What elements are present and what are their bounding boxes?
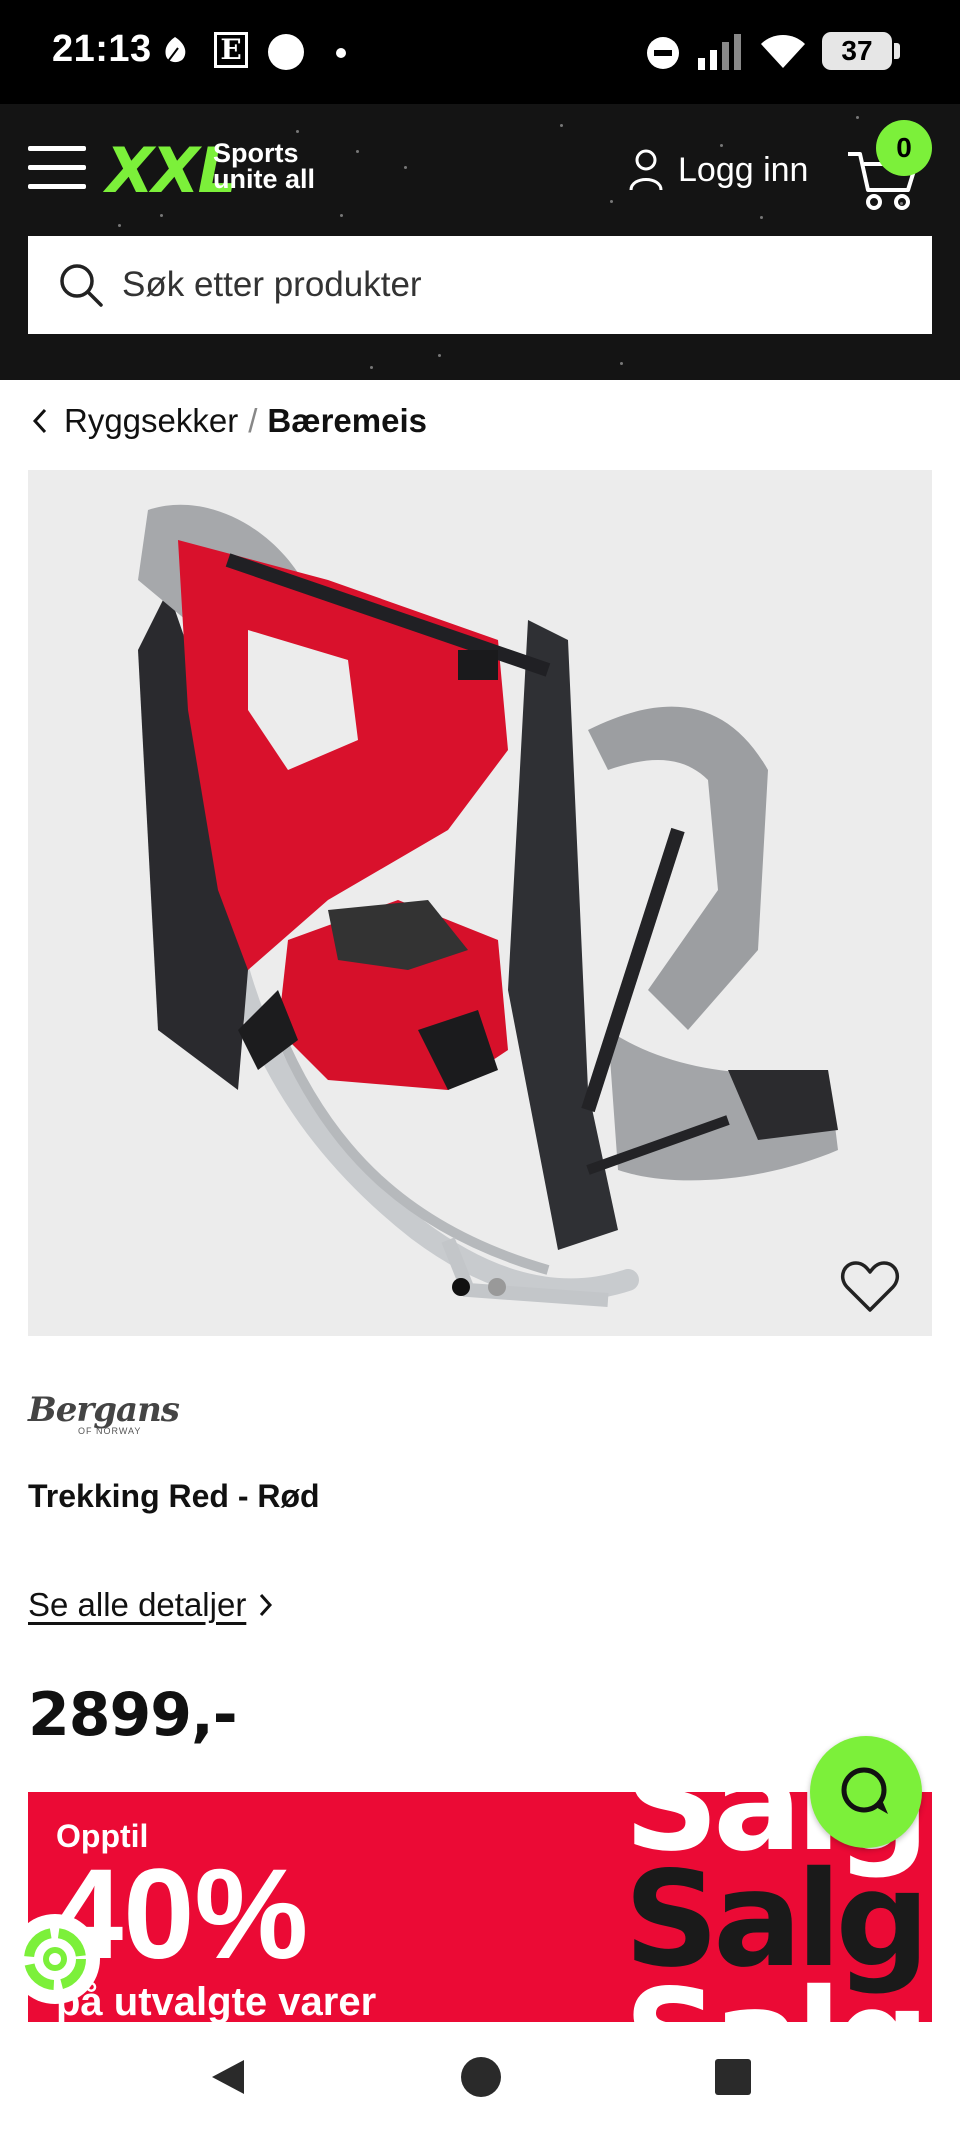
brand-logo-subtitle: OF NORWAY (78, 1426, 142, 1436)
e-paper-icon: E (214, 32, 248, 68)
gallery-dot-1[interactable] (452, 1278, 470, 1296)
site-header: XXL Sports unite all Logg inn 0 (0, 104, 960, 380)
breadcrumb: Ryggsekker / Bæremeis (30, 396, 427, 446)
product-price: 2899,- (28, 1680, 238, 1750)
search-bar[interactable] (28, 236, 932, 334)
product-title: Trekking Red - Rød (28, 1478, 320, 1514)
dot-icon (336, 48, 346, 58)
breadcrumb-current: Bæremeis (267, 402, 427, 439)
breadcrumb-separator: / (248, 402, 258, 439)
cart-count-badge: 0 (876, 120, 932, 176)
wifi-icon (761, 35, 805, 68)
chevron-left-icon[interactable] (30, 406, 50, 436)
user-icon (629, 149, 663, 191)
recycle-badge[interactable] (10, 1914, 100, 2004)
search-icon (60, 264, 103, 307)
see-all-details-link[interactable]: Se alle detaljer (28, 1586, 274, 1624)
recycle-icon (24, 1928, 86, 1990)
login-label: Logg inn (678, 150, 809, 189)
sale-banner[interactable]: Opptil 40% på utvalgte varer Salg Salg S… (28, 1792, 932, 2022)
see-all-details-label: Se alle detaljer (28, 1586, 247, 1623)
recents-icon[interactable] (710, 2054, 756, 2100)
status-bar: 21:13 E 37 (0, 0, 960, 104)
chat-icon (841, 1767, 888, 1814)
circle-icon (268, 34, 304, 70)
status-time: 21:13 (52, 28, 152, 70)
product-image (28, 470, 932, 1336)
battery-icon: 37 (822, 32, 900, 70)
home-icon[interactable] (458, 2054, 504, 2100)
chevron-right-icon (260, 1593, 273, 1617)
chat-button[interactable] (810, 1736, 922, 1848)
product-image-gallery[interactable] (28, 470, 932, 1336)
system-navigation-bar (0, 2022, 960, 2133)
signal-icon (698, 34, 741, 70)
logo-tagline-line-1: Sports (213, 138, 299, 168)
hamburger-icon[interactable] (28, 146, 86, 190)
gallery-pagination (452, 1278, 506, 1296)
login-button[interactable]: Logg inn (628, 142, 808, 198)
logo-tagline-line-2: unite all (213, 164, 316, 194)
banner-description: på utvalgte varer (56, 1980, 377, 2022)
heart-icon[interactable] (840, 1260, 900, 1314)
gallery-dot-2[interactable] (488, 1278, 506, 1296)
leaf-icon (165, 37, 186, 65)
brand-logo[interactable]: Bergans (28, 1390, 180, 1430)
banner-salg-bottom: Salg (624, 1972, 930, 2022)
logo-tagline: Sports unite all (213, 138, 316, 194)
back-icon[interactable] (206, 2054, 252, 2100)
search-input[interactable] (122, 265, 882, 305)
breadcrumb-parent-link[interactable]: Ryggsekker (64, 402, 238, 440)
do-not-disturb-icon (647, 37, 679, 69)
